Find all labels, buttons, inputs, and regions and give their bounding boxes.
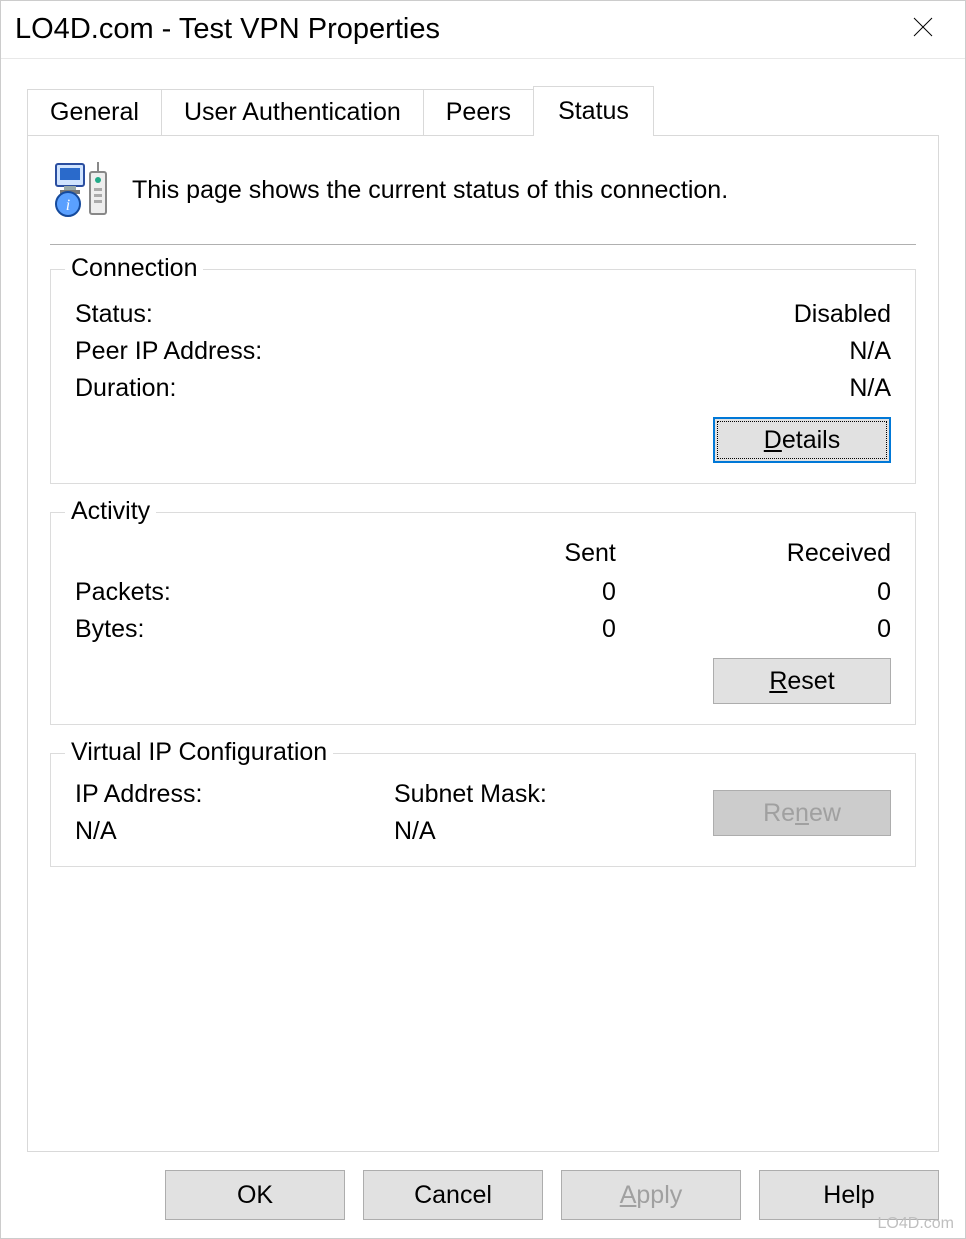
tab-panel-status: i This page shows the current status of …	[27, 135, 939, 1152]
packets-received: 0	[656, 578, 891, 607]
tab-user-authentication[interactable]: User Authentication	[161, 89, 424, 135]
cancel-button[interactable]: Cancel	[363, 1170, 543, 1220]
reset-button-label: eset	[787, 667, 834, 696]
client-area: General User Authentication Peers Status…	[1, 59, 965, 1152]
tab-general[interactable]: General	[27, 89, 162, 135]
connection-info-icon: i	[50, 158, 114, 222]
status-value: Disabled	[794, 300, 891, 329]
tab-status[interactable]: Status	[533, 86, 654, 136]
properties-window: LO4D.com - Test VPN Properties General U…	[0, 0, 966, 1239]
bytes-received: 0	[656, 615, 891, 644]
group-connection: Connection Status: Disabled Peer IP Addr…	[50, 269, 916, 484]
group-virtual-ip: Virtual IP Configuration IP Address: N/A…	[50, 753, 916, 867]
bytes-label: Bytes:	[75, 615, 381, 644]
bytes-sent: 0	[381, 615, 656, 644]
close-button[interactable]	[901, 9, 945, 50]
peer-ip-value: N/A	[849, 337, 891, 366]
help-button[interactable]: Help	[759, 1170, 939, 1220]
renew-button: RenewRenew	[713, 790, 891, 836]
dialog-footer: OK Cancel ApplyApply Help	[1, 1152, 965, 1238]
status-header: i This page shows the current status of …	[50, 156, 916, 244]
group-virtual-ip-legend: Virtual IP Configuration	[65, 738, 333, 767]
activity-sent-header: Sent	[381, 539, 656, 568]
group-activity: Activity Sent Received Packets: 0 0 Byte…	[50, 512, 916, 725]
apply-button: ApplyApply	[561, 1170, 741, 1220]
ip-address-value: N/A	[75, 817, 394, 846]
status-description: This page shows the current status of th…	[132, 176, 728, 205]
group-activity-legend: Activity	[65, 497, 156, 526]
activity-received-header: Received	[656, 539, 891, 568]
peer-ip-label: Peer IP Address:	[75, 337, 262, 366]
reset-button[interactable]: Reset	[713, 658, 891, 704]
svg-text:i: i	[66, 197, 70, 214]
status-label: Status:	[75, 300, 153, 329]
duration-value: N/A	[849, 374, 891, 403]
tab-peers[interactable]: Peers	[423, 89, 534, 135]
group-connection-legend: Connection	[65, 254, 203, 283]
close-icon	[911, 15, 935, 39]
packets-sent: 0	[381, 578, 656, 607]
subnet-mask-label: Subnet Mask:	[394, 780, 713, 817]
duration-label: Duration:	[75, 374, 176, 403]
header-divider	[50, 244, 916, 245]
title-bar: LO4D.com - Test VPN Properties	[1, 1, 965, 59]
packets-label: Packets:	[75, 578, 381, 607]
ip-address-label: IP Address:	[75, 780, 394, 817]
subnet-mask-value: N/A	[394, 817, 713, 846]
details-button[interactable]: DDetailsetails	[713, 417, 891, 463]
window-title: LO4D.com - Test VPN Properties	[15, 13, 440, 46]
ok-button[interactable]: OK	[165, 1170, 345, 1220]
tab-strip: General User Authentication Peers Status	[27, 85, 939, 135]
